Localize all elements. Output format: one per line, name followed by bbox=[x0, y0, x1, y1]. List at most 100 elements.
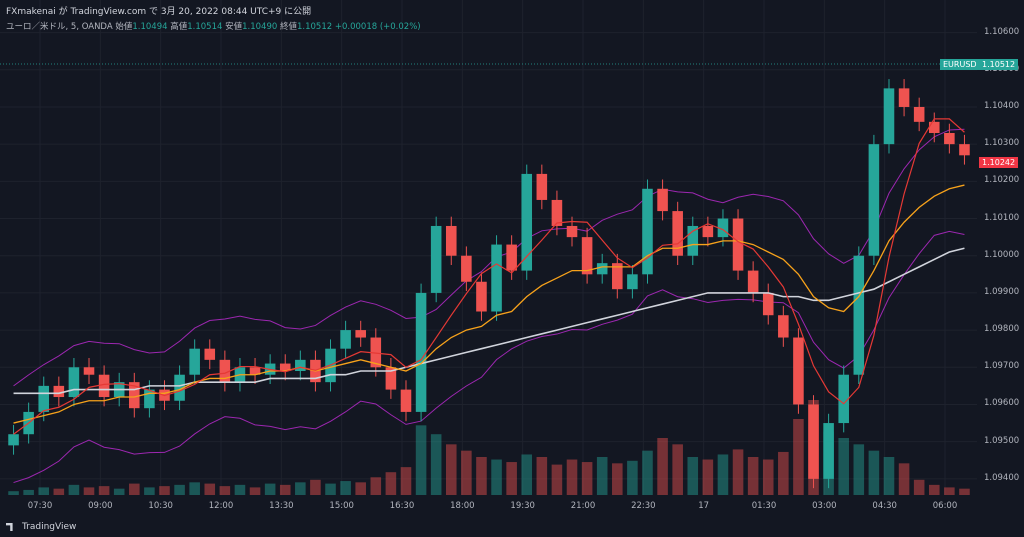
volume-bar bbox=[129, 483, 140, 495]
low-value: 1.10490 bbox=[242, 22, 278, 32]
candle-body bbox=[189, 348, 200, 375]
volume-bar bbox=[868, 450, 880, 495]
low-label: 安値 bbox=[225, 22, 243, 32]
price-tick-label: 1.09400 bbox=[984, 472, 1020, 483]
symbol-tag: EURUSD bbox=[940, 59, 980, 70]
candle-body bbox=[808, 404, 819, 479]
candle-body bbox=[536, 173, 548, 200]
candle-body bbox=[642, 188, 653, 275]
volume-bar bbox=[596, 457, 608, 495]
volume-bar bbox=[174, 484, 185, 495]
volume-bar bbox=[838, 438, 849, 495]
candle-body bbox=[400, 389, 412, 412]
candle-body bbox=[53, 385, 65, 398]
candle-body bbox=[204, 348, 216, 360]
candle-body bbox=[38, 385, 50, 412]
price-tick-label: 1.09600 bbox=[984, 398, 1020, 409]
moving-average-lines bbox=[13, 118, 965, 435]
volume-bar bbox=[295, 482, 306, 495]
volume-bar bbox=[204, 483, 216, 495]
volume-bar bbox=[627, 460, 638, 495]
price-tick-label: 1.10400 bbox=[984, 100, 1020, 111]
volume-bar bbox=[461, 450, 472, 495]
candle-body bbox=[506, 244, 517, 271]
candle-body bbox=[868, 144, 880, 256]
volume-bar bbox=[581, 462, 593, 495]
volume-bar bbox=[370, 477, 382, 495]
volume-bar bbox=[400, 467, 412, 495]
time-tick-label: 17 bbox=[698, 501, 710, 511]
symbol-name[interactable]: ユーロ／米ドル, 5, OANDA bbox=[6, 22, 113, 32]
candle-body bbox=[747, 270, 759, 293]
time-tick-label: 13:30 bbox=[269, 501, 294, 511]
volume-bar bbox=[219, 486, 231, 495]
volume-bar bbox=[113, 488, 125, 495]
price-tick-label: 1.10000 bbox=[984, 249, 1020, 260]
publisher-line: FXmakenai が TradingView.com で 3月 20, 202… bbox=[6, 7, 312, 17]
volume-bar bbox=[853, 444, 865, 495]
last-price-tag: 1.10512 bbox=[979, 59, 1019, 70]
volume-bar bbox=[702, 459, 714, 495]
volume-bar bbox=[657, 438, 668, 495]
short-ema-line bbox=[13, 118, 965, 435]
price-tick-label: 1.10100 bbox=[984, 212, 1020, 223]
volume-bar bbox=[732, 449, 744, 495]
candle-body bbox=[702, 225, 714, 238]
ohlc-legend: ユーロ／米ドル, 5, OANDA 始値1.10494 高値1.10514 安値… bbox=[6, 20, 421, 32]
candle-body bbox=[913, 106, 925, 122]
candle-body bbox=[762, 292, 774, 316]
ema-line bbox=[13, 184, 965, 424]
time-tick-label: 09:00 bbox=[88, 501, 113, 511]
candle-body bbox=[8, 434, 19, 446]
price-tick-label: 1.09800 bbox=[984, 324, 1020, 335]
close-label: 終値 bbox=[279, 22, 297, 32]
candlestick-series bbox=[8, 79, 970, 489]
volume-bar bbox=[717, 454, 729, 495]
candle-body bbox=[853, 255, 865, 375]
candle-body bbox=[491, 244, 502, 312]
volume-bar bbox=[913, 479, 925, 495]
volume-bar bbox=[898, 463, 910, 495]
volume-bar bbox=[340, 481, 351, 495]
volume-bar bbox=[189, 482, 200, 495]
volume-bar bbox=[566, 459, 578, 495]
bollinger-bands bbox=[13, 128, 965, 484]
bid-price-tag: 1.10242 bbox=[979, 157, 1019, 168]
candle-body bbox=[793, 337, 804, 405]
tradingview-logo-icon bbox=[6, 523, 13, 531]
volume-bar bbox=[521, 454, 533, 495]
chart-canvas[interactable] bbox=[0, 0, 1024, 537]
time-tick-label: 06:00 bbox=[932, 501, 958, 511]
open-label: 始値 bbox=[115, 22, 133, 32]
time-tick-label: 18:00 bbox=[450, 501, 475, 511]
volume-bar bbox=[928, 484, 940, 495]
volume-bar bbox=[68, 484, 80, 495]
time-tick-label: 04:30 bbox=[872, 501, 897, 511]
volume-bar bbox=[445, 444, 457, 495]
volume-bar bbox=[98, 486, 110, 495]
candle-body bbox=[68, 367, 80, 398]
candle-body bbox=[657, 188, 668, 212]
volume-bar bbox=[325, 483, 336, 495]
candle-body bbox=[415, 292, 427, 412]
volume-bar bbox=[385, 472, 397, 495]
volume-bar bbox=[747, 457, 759, 495]
candle-body bbox=[355, 330, 366, 338]
brand-label: TradingView bbox=[22, 522, 77, 532]
candle-body bbox=[687, 225, 699, 256]
time-tick-label: 16:30 bbox=[389, 501, 415, 511]
volume-bar bbox=[23, 489, 34, 495]
grid-lines bbox=[0, 0, 977, 495]
candle-body bbox=[732, 218, 744, 271]
tradingview-brand[interactable]: TradingView bbox=[6, 522, 76, 532]
price-tick-label: 1.10600 bbox=[984, 26, 1020, 37]
candle-body bbox=[340, 330, 351, 349]
volume-bar bbox=[83, 487, 95, 495]
volume-bar bbox=[415, 425, 427, 495]
change-value: +0.00018 (+0.02%) bbox=[334, 22, 421, 32]
candle-body bbox=[445, 225, 457, 256]
price-tick-label: 1.09900 bbox=[984, 286, 1020, 297]
close-value: 1.10512 bbox=[297, 22, 333, 32]
volume-bar bbox=[159, 486, 170, 495]
volume-bar bbox=[491, 459, 502, 495]
